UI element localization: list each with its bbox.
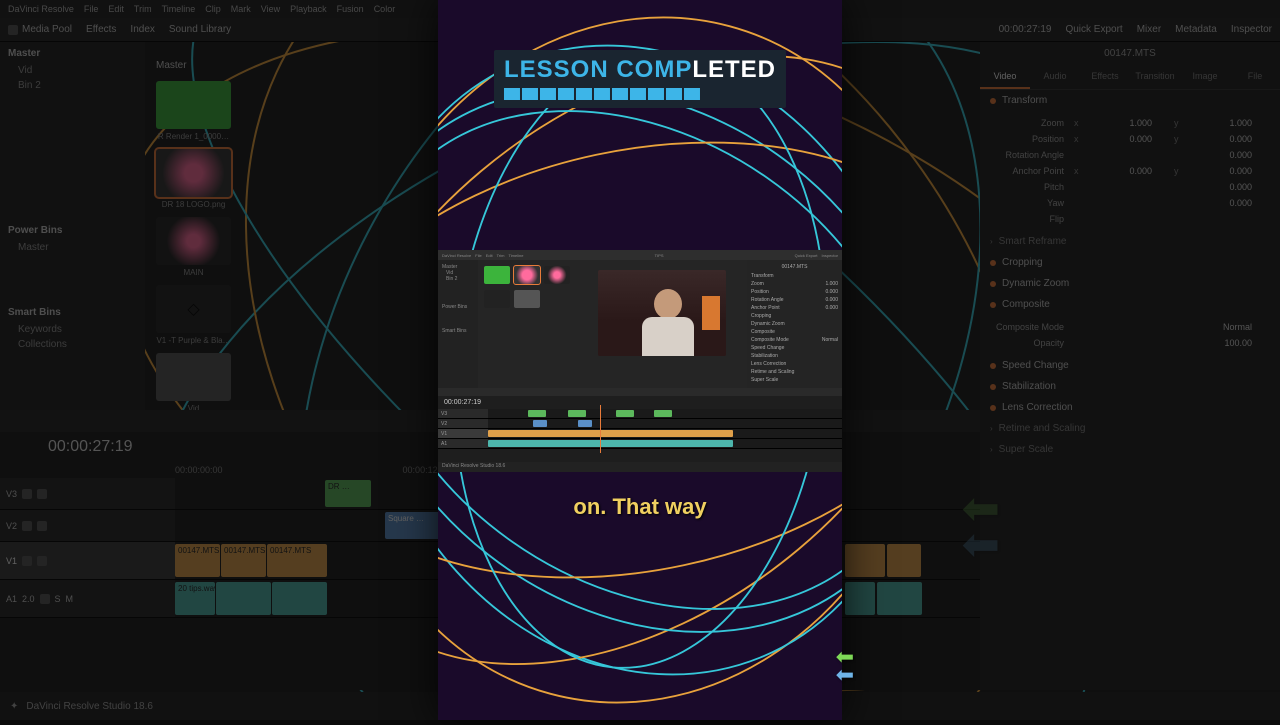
menu-playback[interactable]: Playback — [290, 4, 327, 14]
smart-bins[interactable]: Smart Bins — [8, 307, 137, 318]
inspector-super[interactable]: ›Super Scale — [980, 439, 1280, 460]
menu-app[interactable]: DaVinci Resolve — [8, 4, 74, 14]
rotation-input[interactable]: 0.000 — [1070, 150, 1270, 160]
mini-bins: MasterVidBin 2 Power Bins Smart Bins — [438, 260, 478, 388]
arrow-indicators: ⬅ ⬅ — [836, 648, 854, 684]
clip[interactable] — [877, 582, 922, 615]
clip[interactable] — [272, 582, 327, 615]
media-pool: Master R Render 1_0000… DR 18 LOGO.png M… — [150, 56, 310, 226]
mini-timeline: 00:00:27:19 V3 V2 V1 A1 — [438, 388, 842, 462]
media-thumb[interactable]: DR 18 LOGO.png — [156, 149, 231, 209]
media-pool-toggle[interactable]: Media Pool — [8, 24, 72, 35]
clip[interactable] — [887, 544, 921, 577]
inspector-retime[interactable]: ›Retime and Scaling — [980, 418, 1280, 439]
anchor-y-input[interactable]: 0.000 — [1183, 166, 1271, 176]
lesson-text-2: LETED — [692, 56, 776, 83]
inspector-speed[interactable]: Speed Change — [980, 355, 1280, 376]
inspector-transform[interactable]: Transform — [980, 90, 1280, 111]
clip[interactable]: 00147.MTS — [267, 544, 327, 577]
clip[interactable]: DR … — [325, 480, 371, 507]
smart-keywords[interactable]: Keywords — [8, 322, 137, 337]
inspector-smartreframe[interactable]: ›Smart Reframe — [980, 231, 1280, 252]
lesson-text-1: LESSON COMP — [504, 56, 692, 83]
sound-library-toggle[interactable]: Sound Library — [169, 24, 231, 35]
timecode-right: 00:00:27:19 — [999, 24, 1052, 35]
clip[interactable]: 00147.MTS — [175, 544, 220, 577]
pitch-input[interactable]: 0.000 — [1070, 182, 1270, 192]
composite-mode-select[interactable]: Normal — [1070, 322, 1270, 332]
power-master[interactable]: Master — [8, 240, 137, 255]
clip[interactable] — [216, 582, 271, 615]
media-pool-header: Master — [150, 56, 310, 75]
clip[interactable]: Square … — [385, 512, 445, 539]
quick-export-button[interactable]: Quick Export — [1065, 24, 1122, 35]
menu-trim[interactable]: Trim — [134, 4, 152, 14]
inspector-tab-audio[interactable]: Audio — [1030, 65, 1080, 89]
clip[interactable] — [845, 544, 885, 577]
inspector-tab-file[interactable]: File — [1230, 65, 1280, 89]
clip[interactable]: 00147.MTS — [221, 544, 266, 577]
menu-clip[interactable]: Clip — [205, 4, 221, 14]
mixer-toggle[interactable]: Mixer — [1137, 24, 1161, 35]
menu-edit[interactable]: Edit — [108, 4, 124, 14]
power-bins[interactable]: Power Bins — [8, 225, 137, 236]
inspector-tab-effects[interactable]: Effects — [1080, 65, 1130, 89]
mini-inspector: 00147.MTS Transform Zoom1.000 Position0.… — [747, 260, 842, 388]
menu-fusion[interactable]: Fusion — [337, 4, 364, 14]
smart-collections[interactable]: Collections — [8, 337, 137, 352]
menu-view[interactable]: View — [261, 4, 280, 14]
progress-bar — [504, 88, 776, 100]
app-name: DaVinci Resolve Studio 18.6 — [26, 701, 153, 712]
zoom-x-input[interactable]: 1.000 — [1083, 118, 1171, 128]
effects-toggle[interactable]: Effects — [86, 24, 116, 35]
menu-file[interactable]: File — [84, 4, 99, 14]
zoom-y-input[interactable]: 1.000 — [1183, 118, 1271, 128]
caption-text: on. That way — [573, 494, 706, 520]
pos-x-input[interactable]: 0.000 — [1083, 134, 1171, 144]
opacity-input[interactable]: 100.00 — [1070, 338, 1270, 348]
pos-y-input[interactable]: 0.000 — [1183, 134, 1271, 144]
metadata-toggle[interactable]: Metadata — [1175, 24, 1217, 35]
clip[interactable] — [845, 582, 875, 615]
inspector-clip-name: 00147.MTS — [980, 42, 1280, 65]
mini-status-bar: DaVinci Resolve Studio 18.6 — [438, 462, 842, 472]
inspector-lens[interactable]: Lens Correction — [980, 397, 1280, 418]
lesson-banner: LESSON COMPLETED — [494, 50, 786, 108]
mini-editor: DaVinci ResolveFileEditTrimTimeline TIPS… — [438, 250, 842, 472]
inspector-cropping[interactable]: Cropping — [980, 252, 1280, 273]
inspector-dynzoom[interactable]: Dynamic Zoom — [980, 273, 1280, 294]
arrow-blue-icon: ⬅ — [836, 666, 854, 684]
status-logo-icon: ✦ — [10, 701, 18, 712]
media-thumb[interactable]: Vid — [156, 353, 231, 413]
media-thumb[interactable]: R Render 1_0000… — [156, 81, 231, 141]
mini-menubar: DaVinci ResolveFileEditTrimTimeline TIPS… — [438, 250, 842, 260]
center-video-overlay: LESSON COMPLETED DaVinci ResolveFileEdit… — [438, 0, 842, 720]
yaw-input[interactable]: 0.000 — [1070, 198, 1270, 208]
inspector-tab-transition[interactable]: Transition — [1130, 65, 1180, 89]
menu-color[interactable]: Color — [374, 4, 396, 14]
inspector-composite[interactable]: Composite — [980, 294, 1280, 315]
menu-timeline[interactable]: Timeline — [162, 4, 196, 14]
vid-bin[interactable]: Vid — [8, 63, 137, 78]
mini-viewer — [598, 270, 726, 356]
anchor-x-input[interactable]: 0.000 — [1083, 166, 1171, 176]
inspector-stab[interactable]: Stabilization — [980, 376, 1280, 397]
master-bin[interactable]: Master — [8, 48, 137, 59]
inspector-panel: 00147.MTS Video Audio Effects Transition… — [980, 42, 1280, 690]
menu-mark[interactable]: Mark — [231, 4, 251, 14]
media-thumb[interactable]: ◇V1 -T Purple & Bla… — [156, 285, 231, 345]
inspector-tab-image[interactable]: Image — [1180, 65, 1230, 89]
media-thumb[interactable]: MAIN — [156, 217, 231, 277]
inspector-tab-video[interactable]: Video — [980, 65, 1030, 89]
index-toggle[interactable]: Index — [130, 24, 154, 35]
inspector-toggle[interactable]: Inspector — [1231, 24, 1272, 35]
clip[interactable]: 20 tips.wav — [175, 582, 215, 615]
bin2-bin[interactable]: Bin 2 — [8, 78, 137, 93]
